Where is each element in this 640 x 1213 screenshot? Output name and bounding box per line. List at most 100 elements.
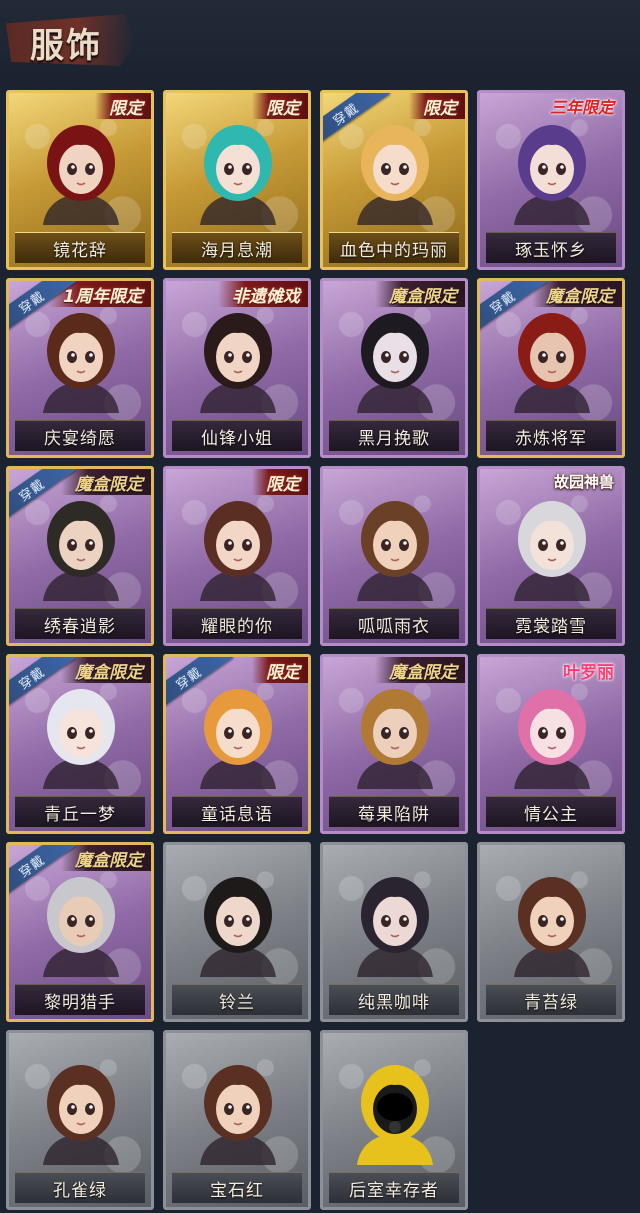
character-portrait bbox=[33, 305, 129, 413]
costume-card[interactable]: 叶罗丽情公主 bbox=[477, 654, 625, 834]
costume-card[interactable]: 宝石红 bbox=[163, 1030, 311, 1210]
costume-card[interactable]: 限定 穿戴 血色中的玛丽 bbox=[320, 90, 468, 270]
costume-card[interactable]: 铃兰 bbox=[163, 842, 311, 1022]
character-portrait bbox=[33, 1057, 129, 1165]
character-portrait bbox=[504, 869, 600, 977]
costume-name-bar: 黑月挽歌 bbox=[329, 420, 459, 451]
character-portrait bbox=[190, 117, 286, 225]
costume-name-bar: 绣春逍影 bbox=[15, 608, 145, 639]
limited-badge: 魔盒限定 bbox=[61, 657, 151, 683]
costume-name-bar: 黎明猎手 bbox=[15, 984, 145, 1015]
costume-card[interactable]: 孔雀绿 bbox=[6, 1030, 154, 1210]
costume-card[interactable]: 青苔绿 bbox=[477, 842, 625, 1022]
costume-name: 耀眼的你 bbox=[201, 616, 273, 637]
costume-card[interactable]: 魔盒限定 穿戴 青丘一梦 bbox=[6, 654, 154, 834]
costume-card[interactable]: 魔盒限定 穿戴 绣春逍影 bbox=[6, 466, 154, 646]
costume-card[interactable]: 1周年限定 穿戴 庆宴绮愿 bbox=[6, 278, 154, 458]
character-portrait bbox=[347, 117, 443, 225]
costume-name-bar: 莓果陷阱 bbox=[329, 796, 459, 827]
character-portrait bbox=[190, 493, 286, 601]
costume-name: 铃兰 bbox=[219, 992, 255, 1013]
costume-card[interactable]: 三年限定琢玉怀乡 bbox=[477, 90, 625, 270]
character-portrait bbox=[347, 493, 443, 601]
character-portrait bbox=[347, 1057, 443, 1165]
character-portrait bbox=[347, 869, 443, 977]
costume-name: 青丘一梦 bbox=[44, 804, 116, 825]
character-portrait bbox=[33, 681, 129, 789]
limited-badge: 限定 bbox=[252, 657, 308, 683]
page-title: 服饰 bbox=[30, 26, 102, 66]
costume-name: 童话息语 bbox=[201, 804, 273, 825]
costume-card[interactable]: 呱呱雨衣 bbox=[320, 466, 468, 646]
costume-name: 莓果陷阱 bbox=[358, 804, 430, 825]
limited-badge: 非遗傩戏 bbox=[218, 281, 308, 307]
costume-name-bar: 仙锋小姐 bbox=[172, 420, 302, 451]
costume-name-bar: 宝石红 bbox=[172, 1172, 302, 1203]
costume-name-bar: 庆宴绮愿 bbox=[15, 420, 145, 451]
character-portrait bbox=[504, 681, 600, 789]
costume-name: 霓裳踏雪 bbox=[515, 616, 587, 637]
costume-name: 青苔绿 bbox=[524, 992, 578, 1013]
costume-grid: 限定 镜花辞 限定 海月息潮 限定 穿戴 血色中的玛丽 三年限定 琢玉怀乡 1周年限定 穿戴 庆宴绮愿… bbox=[6, 90, 634, 1213]
costume-card[interactable]: 限定 穿戴 童话息语 bbox=[163, 654, 311, 834]
costume-name: 后室幸存者 bbox=[349, 1180, 439, 1201]
costume-name-bar: 耀眼的你 bbox=[172, 608, 302, 639]
costume-card[interactable]: 魔盒限定 黑月挽歌 bbox=[320, 278, 468, 458]
costume-name-bar: 孔雀绿 bbox=[15, 1172, 145, 1203]
character-portrait bbox=[190, 681, 286, 789]
costume-card[interactable]: 后室幸存者 bbox=[320, 1030, 468, 1210]
costume-name: 孔雀绿 bbox=[53, 1180, 107, 1201]
limited-badge: 魔盒限定 bbox=[375, 657, 465, 683]
costume-card[interactable]: 魔盒限定莓果陷阱 bbox=[320, 654, 468, 834]
costume-name: 黑月挽歌 bbox=[358, 428, 430, 449]
costume-name: 赤炼将军 bbox=[515, 428, 587, 449]
costume-name-bar: 铃兰 bbox=[172, 984, 302, 1015]
character-portrait bbox=[190, 869, 286, 977]
costume-name: 情公主 bbox=[524, 804, 578, 825]
costume-name-bar: 后室幸存者 bbox=[329, 1172, 459, 1203]
costume-name: 黎明猎手 bbox=[44, 992, 116, 1013]
costume-name-bar: 琢玉怀乡 bbox=[486, 232, 616, 263]
costume-name: 镜花辞 bbox=[53, 240, 107, 261]
limited-badge: 限定 bbox=[409, 93, 465, 119]
limited-badge: 魔盒限定 bbox=[61, 469, 151, 495]
costume-name-bar: 血色中的玛丽 bbox=[329, 232, 459, 263]
costume-name-bar: 镜花辞 bbox=[15, 232, 145, 263]
limited-badge: 魔盒限定 bbox=[61, 845, 151, 871]
costume-name-bar: 情公主 bbox=[486, 796, 616, 827]
limited-badge: 魔盒限定 bbox=[532, 281, 622, 307]
costume-name: 绣春逍影 bbox=[44, 616, 116, 637]
costume-name: 血色中的玛丽 bbox=[340, 240, 448, 261]
limited-badge: 故园神兽 bbox=[553, 472, 614, 491]
character-portrait bbox=[504, 117, 600, 225]
costume-name-bar: 赤炼将军 bbox=[486, 420, 616, 451]
costume-name: 庆宴绮愿 bbox=[44, 428, 116, 449]
limited-badge: 限定 bbox=[252, 93, 308, 119]
limited-badge: 三年限定 bbox=[549, 98, 614, 117]
character-portrait bbox=[33, 869, 129, 977]
costume-card[interactable]: 纯黑咖啡 bbox=[320, 842, 468, 1022]
costume-name-bar: 呱呱雨衣 bbox=[329, 608, 459, 639]
costume-card[interactable]: 限定海月息潮 bbox=[163, 90, 311, 270]
costume-card[interactable]: 魔盒限定 穿戴 赤炼将军 bbox=[477, 278, 625, 458]
costume-name: 仙锋小姐 bbox=[201, 428, 273, 449]
costume-name-bar: 霓裳踏雪 bbox=[486, 608, 616, 639]
character-portrait bbox=[33, 493, 129, 601]
costume-card[interactable]: 非遗傩戏仙锋小姐 bbox=[163, 278, 311, 458]
costume-card[interactable]: 魔盒限定 穿戴 黎明猎手 bbox=[6, 842, 154, 1022]
costume-name-bar: 纯黑咖啡 bbox=[329, 984, 459, 1015]
character-portrait bbox=[190, 305, 286, 413]
limited-badge: 限定 bbox=[95, 93, 151, 119]
character-portrait bbox=[347, 305, 443, 413]
limited-badge: 叶罗丽 bbox=[563, 662, 614, 683]
costume-card[interactable]: 故园神兽霓裳踏雪 bbox=[477, 466, 625, 646]
costume-name-bar: 海月息潮 bbox=[172, 232, 302, 263]
header: 服饰 bbox=[0, 0, 640, 80]
costume-card[interactable]: 限定镜花辞 bbox=[6, 90, 154, 270]
character-portrait bbox=[347, 681, 443, 789]
costume-card[interactable]: 限定 耀眼的你 bbox=[163, 466, 311, 646]
character-portrait bbox=[33, 117, 129, 225]
costume-name: 海月息潮 bbox=[201, 240, 273, 261]
character-portrait bbox=[504, 305, 600, 413]
character-portrait bbox=[190, 1057, 286, 1165]
